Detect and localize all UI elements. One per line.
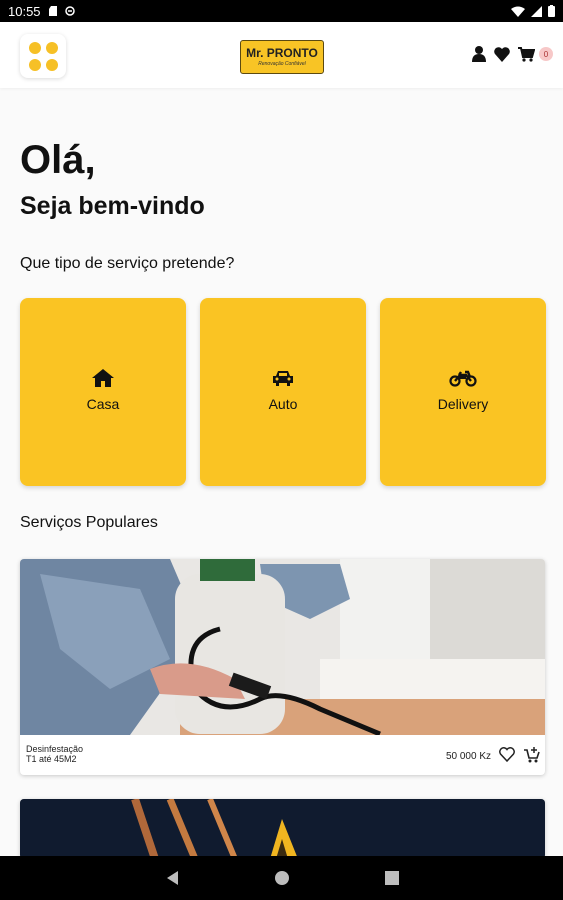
service-name: Desinfestação xyxy=(26,744,84,754)
motorcycle-icon xyxy=(449,370,477,387)
sync-icon xyxy=(64,6,75,16)
service-card-2[interactable] xyxy=(20,799,545,859)
home-nav-icon[interactable] xyxy=(274,870,290,886)
sd-card-icon xyxy=(48,6,57,16)
status-bar: 10:55 xyxy=(0,0,563,22)
car-icon xyxy=(273,371,293,386)
cart-icon[interactable] xyxy=(518,46,535,62)
service-image xyxy=(20,559,545,735)
header-actions: 0 xyxy=(472,46,553,62)
status-indicators xyxy=(511,5,555,17)
add-to-cart-icon[interactable] xyxy=(524,747,541,763)
menu-dot-icon xyxy=(28,41,41,54)
app-header: Mr. PRONTO Renovação Confiável 0 xyxy=(0,22,563,88)
back-icon[interactable] xyxy=(165,870,179,886)
greeting-title: Olá, xyxy=(20,138,96,182)
menu-dot-icon xyxy=(28,58,41,71)
wifi-icon xyxy=(511,6,525,17)
user-icon[interactable] xyxy=(472,46,486,62)
recent-apps-icon[interactable] xyxy=(384,871,399,885)
logo-text: Mr. PRONTO xyxy=(246,46,318,60)
category-delivery[interactable]: Delivery xyxy=(380,298,546,486)
service-card-desinfestacao[interactable]: Desinfestação T1 até 45M2 50 000 Kz xyxy=(20,559,545,775)
brand-logo[interactable]: Mr. PRONTO Renovação Confiável xyxy=(240,40,324,74)
favorite-heart-icon[interactable] xyxy=(499,747,515,762)
menu-dot-icon xyxy=(45,58,58,71)
battery-icon xyxy=(548,5,555,17)
cart-count-badge: 0 xyxy=(539,47,553,61)
category-label: Delivery xyxy=(437,396,489,412)
welcome-subtitle: Seja bem-vindo xyxy=(20,192,205,220)
service-size: T1 até 45M2 xyxy=(26,754,77,764)
service-card-footer: Desinfestação T1 até 45M2 50 000 Kz xyxy=(20,735,545,775)
category-label: Casa xyxy=(86,396,120,412)
system-navigation-bar xyxy=(0,856,563,900)
signal-icon xyxy=(531,5,542,17)
menu-button[interactable] xyxy=(20,34,66,78)
service-image-2 xyxy=(20,799,545,859)
category-casa[interactable]: Casa xyxy=(20,298,186,486)
service-price: 50 000 Kz xyxy=(445,751,491,762)
home-icon xyxy=(92,369,114,387)
status-time: 10:55 xyxy=(8,3,41,19)
heart-icon[interactable] xyxy=(494,46,510,62)
category-auto[interactable]: Auto xyxy=(200,298,366,486)
menu-dot-icon xyxy=(45,41,58,54)
service-question: Que tipo de serviço pretende? xyxy=(20,255,235,272)
category-label: Auto xyxy=(268,396,298,412)
popular-services-title: Serviços Populares xyxy=(20,514,158,531)
logo-subtitle: Renovação Confiável xyxy=(258,61,306,67)
